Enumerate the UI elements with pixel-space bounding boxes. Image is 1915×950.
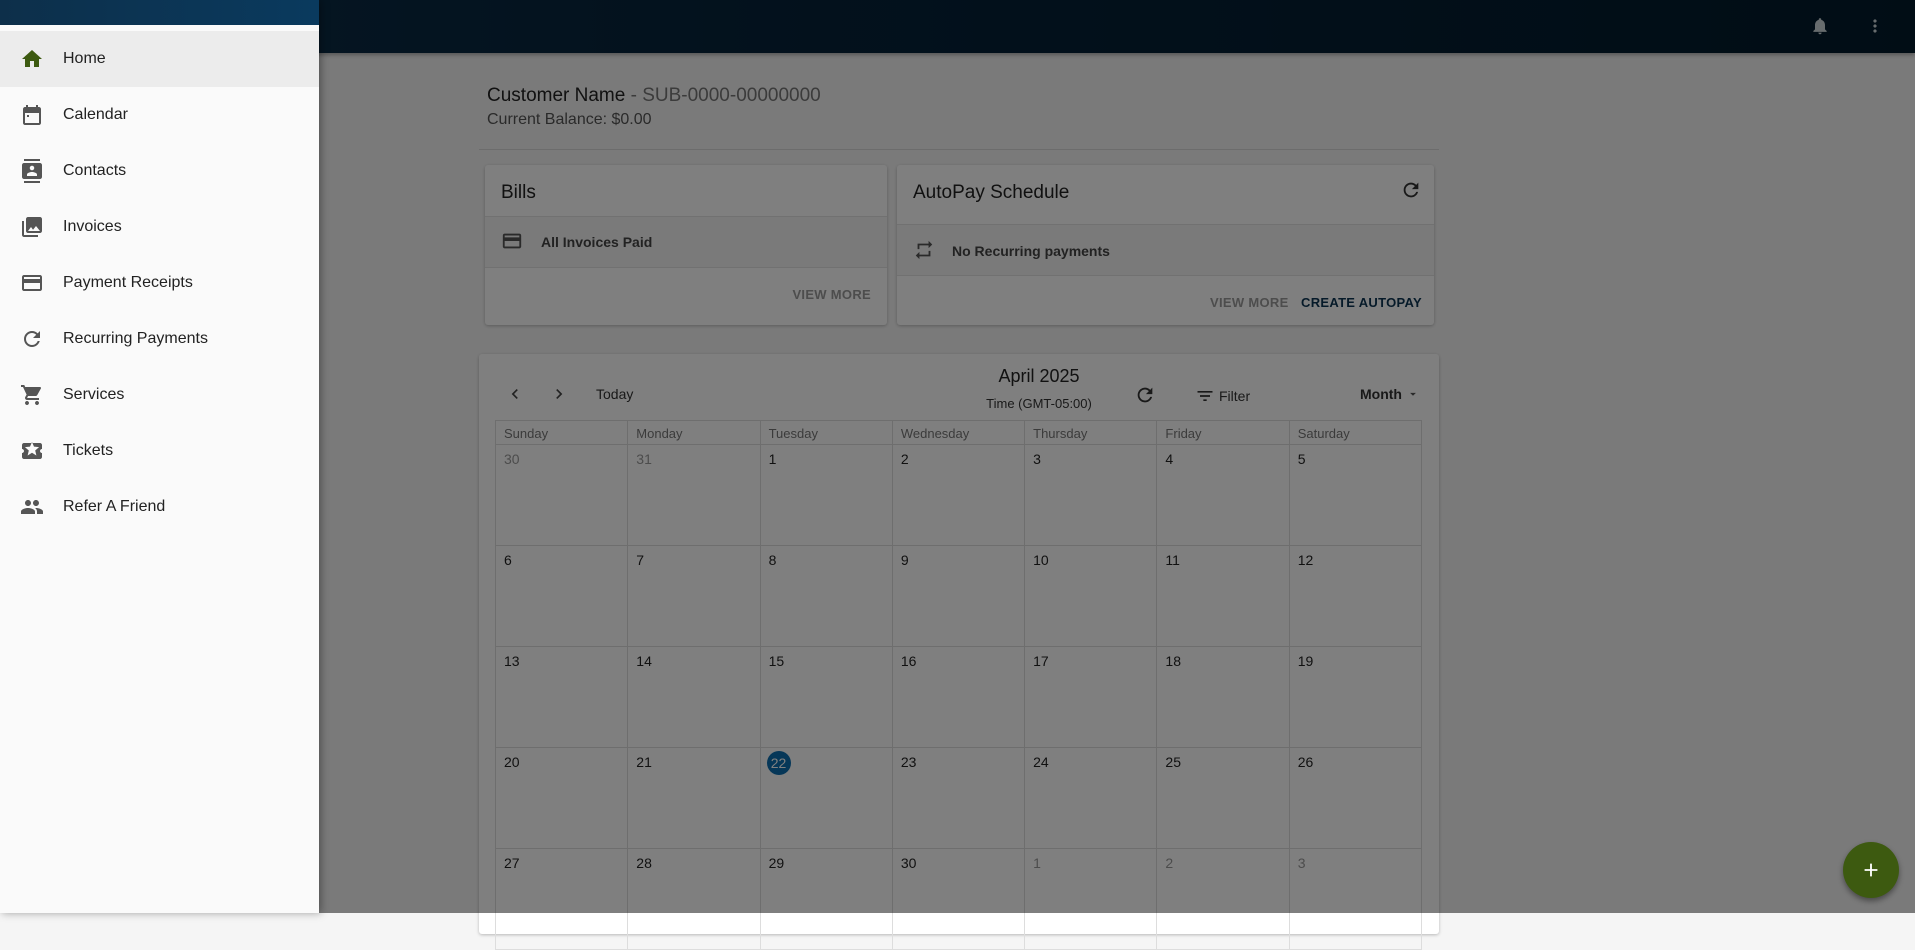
sidebar-item-label: Home bbox=[63, 50, 106, 67]
sidebar-item-contacts[interactable]: Contacts bbox=[0, 143, 319, 199]
sidebar-item-refer-a-friend[interactable]: Refer A Friend bbox=[0, 479, 319, 535]
add-fab-button[interactable] bbox=[1843, 842, 1899, 898]
sidebar-item-services[interactable]: Services bbox=[0, 367, 319, 423]
ticket-icon bbox=[22, 441, 42, 459]
sidebar-item-tickets[interactable]: Tickets bbox=[0, 423, 319, 479]
credit-card-icon bbox=[22, 275, 42, 291]
cart-icon bbox=[21, 385, 42, 405]
sidebar-item-label: Invoices bbox=[63, 218, 122, 235]
people-icon bbox=[21, 500, 43, 514]
invoices-icon bbox=[22, 217, 42, 237]
calendar-icon bbox=[23, 105, 41, 125]
home-icon bbox=[22, 50, 42, 67]
sidebar-item-label: Contacts bbox=[63, 162, 127, 179]
sidebar-item-recurring-payments[interactable]: Recurring Payments bbox=[0, 311, 319, 367]
sidebar-item-label: Refer A Friend bbox=[63, 498, 166, 515]
sidebar-item-calendar[interactable]: Calendar bbox=[0, 87, 319, 143]
drawer-header bbox=[0, 0, 319, 25]
sidebar-item-home[interactable]: Home bbox=[0, 31, 319, 87]
plus-icon bbox=[1864, 863, 1878, 877]
sidebar-item-label: Services bbox=[63, 386, 125, 403]
refresh-icon bbox=[24, 331, 40, 347]
nav-list: Home Calendar Contacts Invoices Payment Rece… bbox=[0, 31, 319, 535]
sidebar-item-payment-receipts[interactable]: Payment Receipts bbox=[0, 255, 319, 311]
contacts-icon bbox=[22, 159, 42, 183]
sidebar-item-label: Recurring Payments bbox=[63, 330, 208, 347]
sidebar-item-invoices[interactable]: Invoices bbox=[0, 199, 319, 255]
sidebar-item-label: Tickets bbox=[63, 442, 114, 459]
sidebar-item-label: Calendar bbox=[63, 106, 128, 123]
sidebar-item-label: Payment Receipts bbox=[63, 274, 193, 291]
navigation-drawer: Home Calendar Contacts Invoices Payment Rece… bbox=[0, 0, 319, 913]
